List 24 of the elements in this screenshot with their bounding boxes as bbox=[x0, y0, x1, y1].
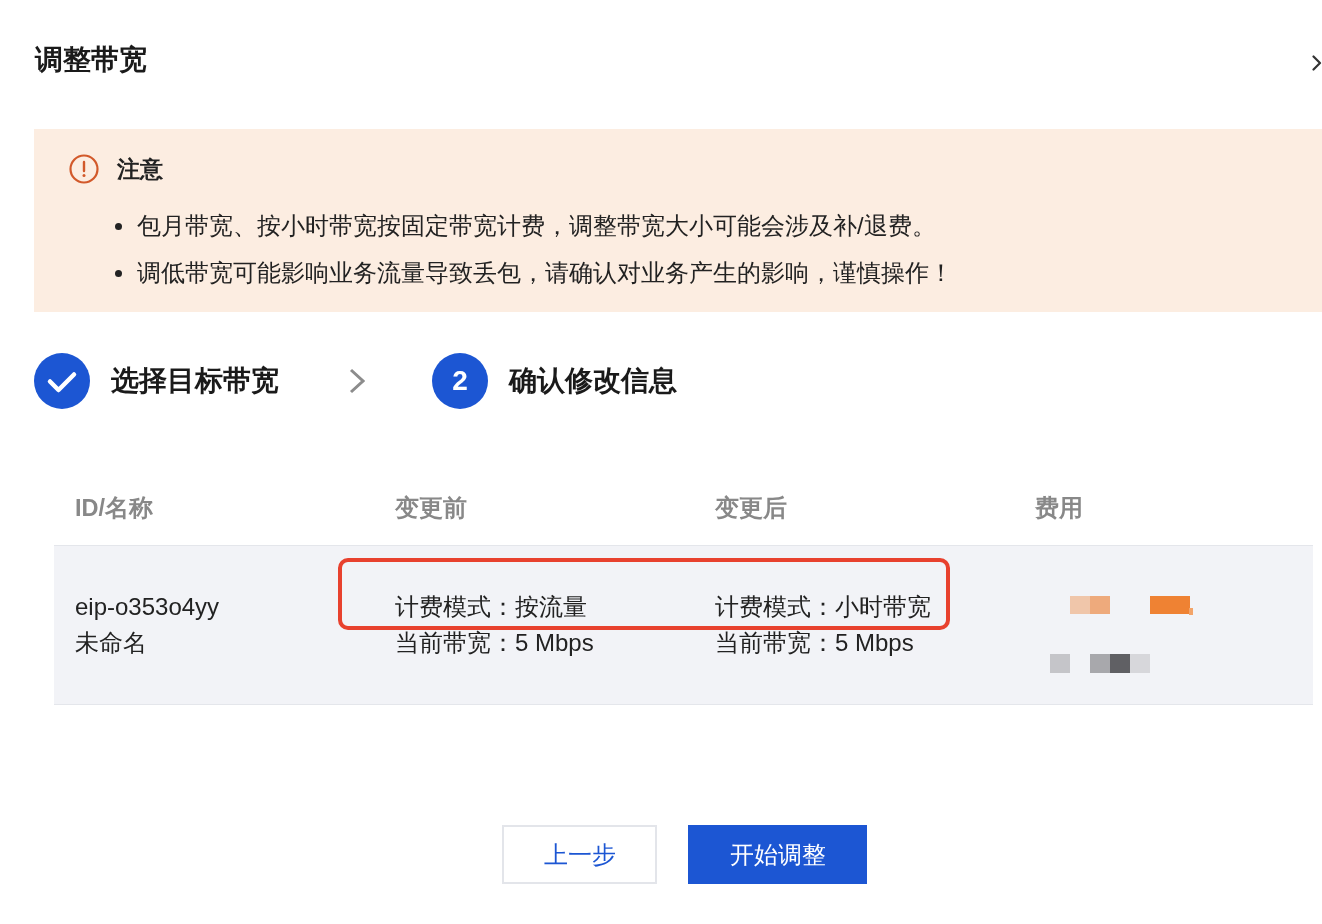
resource-name: 未命名 bbox=[74, 628, 148, 658]
warning-icon bbox=[69, 154, 99, 184]
column-header: ID/名称 bbox=[74, 494, 155, 523]
step-label: 选择目标带宽 bbox=[111, 364, 279, 398]
notice-text: 调低带宽可能影响业务流量导致丢包，请确认对业务产生的影响，谨慎操作！ bbox=[137, 259, 953, 288]
step-label: 确认修改信息 bbox=[509, 364, 677, 398]
previous-step-button[interactable]: 上一步 bbox=[502, 825, 657, 884]
resource-id: eip-o353o4yy bbox=[74, 592, 221, 622]
step-number: 2 bbox=[432, 353, 488, 409]
start-adjust-button[interactable]: 开始调整 bbox=[688, 825, 867, 884]
bullet-icon bbox=[115, 269, 122, 277]
column-header: 费用 bbox=[1034, 494, 1084, 523]
chevron-right-icon bbox=[349, 368, 365, 394]
notice-title: 注意 bbox=[117, 155, 163, 184]
bullet-icon bbox=[115, 222, 122, 230]
column-header: 变更前 bbox=[394, 494, 468, 523]
notice-text: 包月带宽、按小时带宽按固定带宽计费，调整带宽大小可能会涉及补/退费。 bbox=[137, 212, 936, 241]
chevron-right-icon[interactable] bbox=[1312, 55, 1322, 71]
before-value: 计费模式：按流量 bbox=[394, 592, 588, 622]
dialog-title: 调整带宽 bbox=[35, 43, 147, 77]
after-value: 当前带宽：5 Mbps bbox=[714, 628, 915, 658]
column-header: 变更后 bbox=[714, 494, 788, 523]
after-value: 计费模式：小时带宽 bbox=[714, 592, 932, 622]
before-value: 当前带宽：5 Mbps bbox=[394, 628, 595, 658]
